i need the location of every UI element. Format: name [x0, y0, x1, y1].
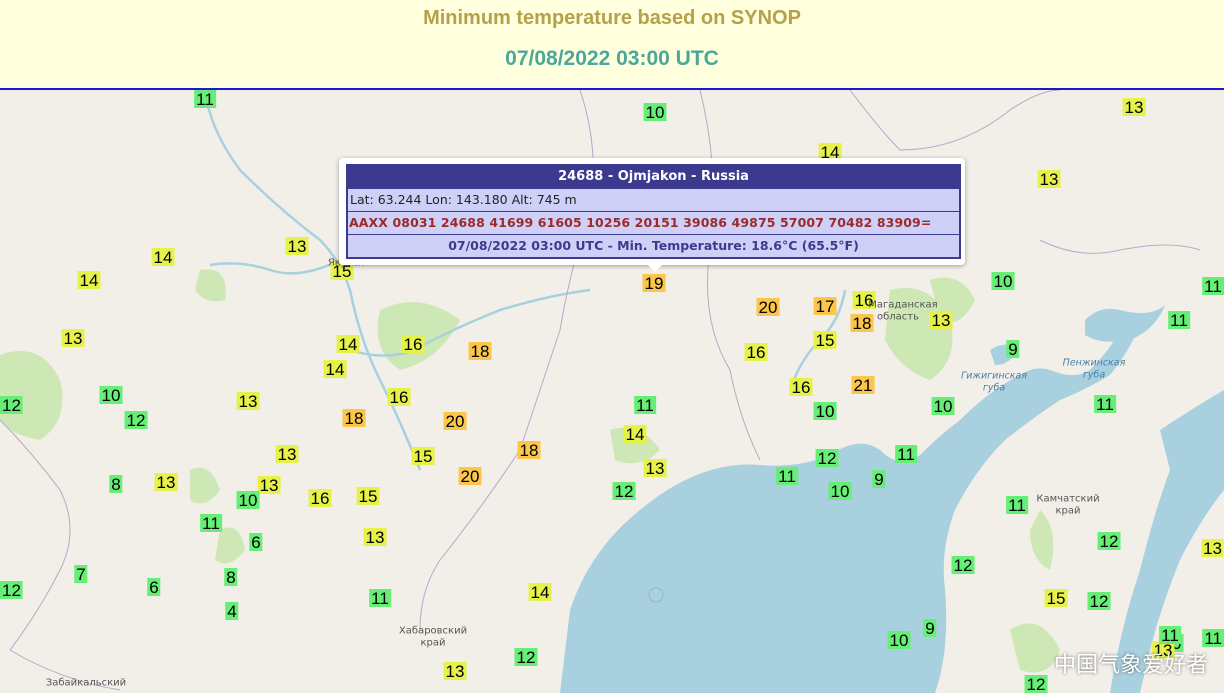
station-marker[interactable]: 11 — [194, 90, 216, 109]
place-khabarovsk-1: Хабаровский — [398, 625, 468, 637]
station-marker[interactable]: 12 — [1024, 675, 1048, 693]
station-marker[interactable]: 6 — [147, 578, 161, 597]
station-marker[interactable]: 12 — [815, 449, 839, 468]
station-marker[interactable]: 18 — [468, 342, 492, 361]
station-marker[interactable]: 11 — [1202, 629, 1224, 648]
station-marker[interactable]: 16 — [789, 378, 813, 397]
station-marker[interactable]: 10 — [991, 272, 1015, 291]
station-marker[interactable]: 11 — [200, 514, 222, 533]
map-title: Minimum temperature based on SYNOP — [423, 7, 801, 29]
station-marker[interactable]: 13 — [643, 459, 667, 478]
station-marker[interactable]: 14 — [528, 583, 552, 602]
station-marker[interactable]: 16 — [387, 388, 411, 407]
station-marker[interactable]: 14 — [151, 248, 175, 267]
place-gizhiga-bay-1: Гижигинская — [960, 370, 1028, 382]
place-zabaikal: Забайкальский — [45, 677, 127, 689]
station-marker[interactable]: 15 — [356, 487, 380, 506]
station-marker[interactable]: 15 — [411, 447, 435, 466]
place-kamchatka-2: край — [1055, 505, 1081, 517]
station-marker[interactable]: 10 — [643, 103, 667, 122]
station-marker[interactable]: 12 — [951, 556, 975, 575]
station-marker[interactable]: 14 — [623, 425, 647, 444]
station-marker[interactable]: 18 — [342, 409, 366, 428]
station-marker[interactable]: 17 — [813, 297, 837, 316]
station-marker[interactable]: 16 — [308, 489, 332, 508]
station-marker[interactable]: 13 — [929, 311, 953, 330]
place-magadan-oblast-2: область — [876, 311, 920, 323]
station-marker[interactable]: 10 — [828, 482, 852, 501]
station-marker[interactable]: 10 — [813, 402, 837, 421]
station-marker[interactable]: 14 — [77, 271, 101, 290]
station-marker[interactable]: 11 — [1094, 395, 1116, 414]
station-marker[interactable]: 11 — [1202, 277, 1224, 296]
station-marker[interactable]: 13 — [154, 473, 178, 492]
station-marker[interactable]: 12 — [612, 482, 636, 501]
station-marker[interactable]: 15 — [813, 331, 837, 350]
station-marker[interactable]: 13 — [443, 662, 467, 681]
station-marker[interactable]: 10 — [887, 631, 911, 650]
station-marker[interactable]: 12 — [1097, 532, 1121, 551]
rivers — [203, 90, 847, 471]
station-marker[interactable]: 18 — [850, 314, 874, 333]
station-marker[interactable]: 11 — [634, 396, 656, 415]
station-marker[interactable]: 13 — [363, 528, 387, 547]
station-marker[interactable]: 12 — [124, 411, 148, 430]
station-marker[interactable]: 12 — [0, 396, 23, 415]
station-marker[interactable]: 8 — [224, 568, 238, 587]
station-marker[interactable]: 13 — [1122, 98, 1146, 117]
place-khabarovsk-2: край — [420, 637, 446, 649]
station-marker[interactable]: 13 — [275, 445, 299, 464]
station-marker[interactable]: 12 — [514, 648, 538, 667]
map-datetime: 07/08/2022 03:00 UTC — [505, 47, 719, 70]
station-marker[interactable]: 13 — [61, 329, 85, 348]
station-marker[interactable]: 11 — [1159, 626, 1181, 645]
station-marker[interactable]: 4 — [225, 602, 239, 621]
station-marker[interactable]: 8 — [109, 475, 123, 494]
station-marker[interactable]: 11 — [369, 589, 391, 608]
station-marker[interactable]: 21 — [851, 376, 875, 395]
popup-pointer — [645, 262, 665, 272]
station-marker[interactable]: 16 — [744, 343, 768, 362]
station-marker[interactable]: 15 — [1044, 589, 1068, 608]
header-banner: Minimum temperature based on SYNOP 07/08… — [0, 0, 1224, 90]
place-penzhina-bay-1: Пенжинская — [1062, 357, 1126, 369]
station-marker[interactable]: 20 — [756, 298, 780, 317]
station-marker[interactable]: 10 — [236, 491, 260, 510]
station-marker[interactable]: 9 — [923, 619, 937, 638]
station-marker[interactable]: 13 — [257, 476, 281, 495]
station-marker[interactable]: 9 — [872, 470, 886, 489]
station-marker[interactable]: 12 — [0, 581, 23, 600]
station-popup[interactable]: 24688 - Ojmjakon - Russia Lat: 63.244 Lo… — [339, 158, 965, 265]
place-magadan-oblast-1: Магаданская — [868, 299, 938, 311]
popup-coordinates: Lat: 63.244 Lon: 143.180 Alt: 745 m — [348, 189, 959, 212]
station-marker[interactable]: 14 — [323, 360, 347, 379]
popup-observation: 07/08/2022 03:00 UTC - Min. Temperature:… — [448, 238, 859, 253]
station-marker[interactable]: 6 — [249, 533, 263, 552]
station-marker[interactable]: 7 — [74, 565, 88, 584]
station-marker[interactable]: 18 — [517, 441, 541, 460]
station-marker[interactable]: 10 — [931, 397, 955, 416]
station-marker[interactable]: 11 — [1006, 496, 1028, 515]
station-marker[interactable]: 11 — [1168, 311, 1190, 330]
station-marker[interactable]: 13 — [285, 237, 309, 256]
station-marker[interactable]: 9 — [1006, 340, 1020, 359]
place-gizhiga-bay-2: губа — [982, 382, 1006, 394]
station-marker[interactable]: 19 — [642, 274, 666, 293]
station-marker[interactable]: 20 — [458, 467, 482, 486]
station-marker[interactable]: 10 — [99, 386, 123, 405]
station-marker[interactable]: 16 — [401, 335, 425, 354]
station-marker[interactable]: 11 — [895, 445, 917, 464]
station-marker[interactable]: 12 — [1087, 592, 1111, 611]
station-marker[interactable]: 20 — [443, 412, 467, 431]
popup-synop-code: AAXX 08031 24688 41699 61605 10256 20151… — [348, 212, 959, 235]
popup-station-header: 24688 - Ojmjakon - Russia — [348, 166, 959, 189]
station-marker[interactable]: 11 — [776, 467, 798, 486]
station-marker[interactable]: 13 — [1037, 170, 1061, 189]
place-penzhina-bay-2: губа — [1082, 369, 1106, 381]
place-kamchatka-1: Камчатский — [1036, 493, 1100, 505]
station-marker[interactable]: 14 — [336, 335, 360, 354]
station-marker[interactable]: 13 — [236, 392, 260, 411]
station-marker[interactable]: 13 — [1201, 539, 1224, 558]
watermark: 中国气象爱好者 — [1053, 653, 1208, 678]
